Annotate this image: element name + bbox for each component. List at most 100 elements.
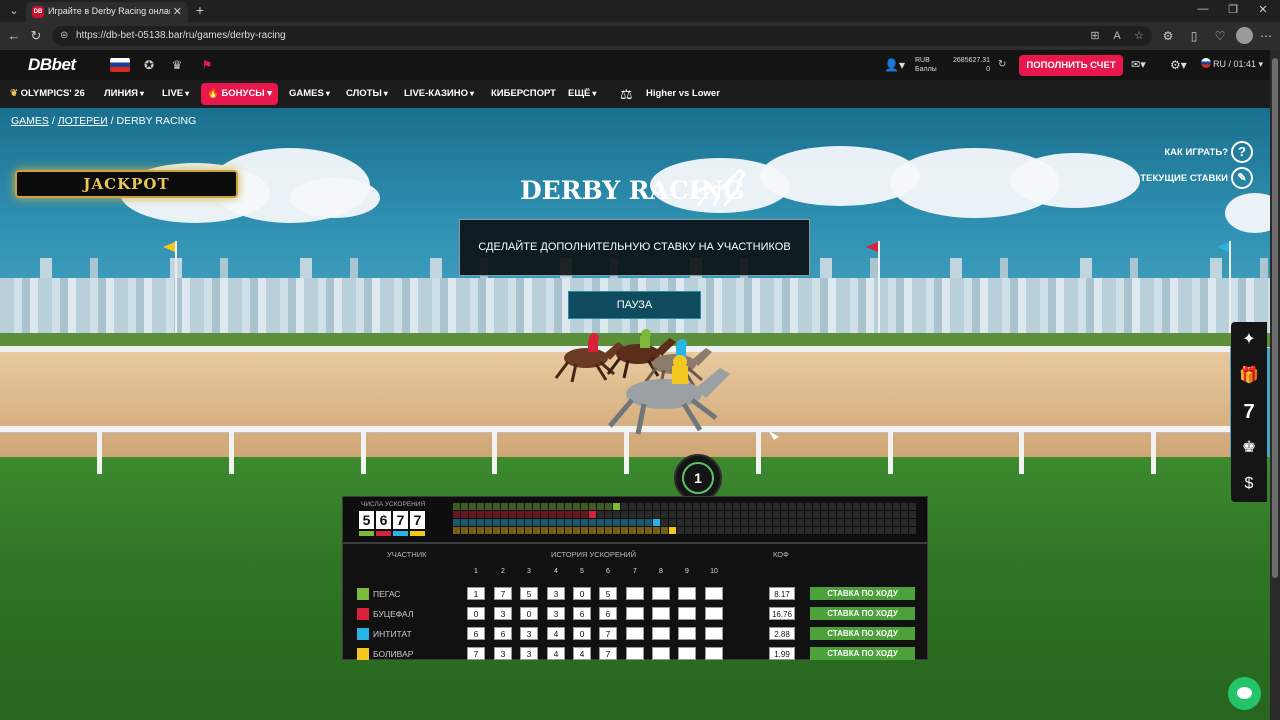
favorite-star-icon[interactable]: ☆ — [1132, 29, 1146, 43]
nav-live-casino-label: LIVE-КАЗИНО — [404, 88, 468, 99]
boost-cell — [781, 503, 788, 510]
boost-cell — [837, 503, 844, 510]
nav-more[interactable]: ЕЩЁ ▾ — [568, 88, 596, 99]
boost-cell — [765, 511, 772, 518]
boost-cell — [733, 527, 740, 534]
chat-button[interactable] — [1228, 677, 1261, 710]
scrollbar-thumb[interactable] — [1272, 58, 1278, 578]
boost-cell — [621, 503, 628, 510]
breadcrumb-games[interactable]: GAMES — [11, 115, 49, 127]
nav-higher-lower[interactable]: Higher vs Lower — [646, 88, 720, 99]
balance-labels: RUB Баллы — [915, 56, 937, 74]
history-cell — [652, 647, 670, 660]
nav-live-casino[interactable]: LIVE-КАЗИНО ▾ — [404, 88, 474, 99]
split-screen-icon[interactable]: ▯ — [1186, 28, 1202, 44]
boost-cell — [581, 527, 588, 534]
speed-digit: 7 — [393, 511, 408, 529]
boost-cell — [709, 527, 716, 534]
history-header: ИСТОРИЯ УСКОРЕНИЙ — [551, 550, 637, 559]
seven-icon[interactable]: 7 — [1231, 394, 1267, 430]
boost-cell — [901, 519, 908, 526]
refresh-balance-icon[interactable]: ↻ — [998, 59, 1006, 70]
boost-cell — [765, 527, 772, 534]
favorites-icon[interactable]: ♡ — [1212, 28, 1228, 44]
boost-cell — [453, 503, 460, 510]
maximize-icon[interactable]: ❐ — [1218, 3, 1248, 16]
bet-per-turn-button[interactable]: СТАВКА ПО ХОДУ — [810, 647, 915, 660]
rail-post — [229, 432, 234, 474]
boost-cell — [709, 511, 716, 518]
deposit-button[interactable]: ПОПОЛНИТЬ СЧЕТ — [1019, 55, 1123, 76]
boost-cell — [517, 527, 524, 534]
address-bar[interactable]: ⊜ https://db-bet-05138.bar/ru/games/derb… — [52, 26, 1152, 46]
nav-olympics[interactable]: ❦ OLYMPICS' 26 — [10, 88, 85, 99]
how-to-play-label[interactable]: КАК ИГРАТЬ? — [1164, 147, 1228, 158]
url-text: https://db-bet-05138.bar/ru/games/derby-… — [76, 30, 286, 41]
boost-cell — [821, 503, 828, 510]
boost-cell — [749, 519, 756, 526]
question-icon[interactable]: ? — [1231, 141, 1253, 163]
language-time-selector[interactable]: RU / 01:41 ▾ — [1201, 58, 1263, 70]
gift-icon[interactable]: 🎁 — [1231, 358, 1267, 394]
dollar-icon[interactable]: $ — [1231, 466, 1267, 502]
nav-bonuses[interactable]: 🔥 БОНУСЫ ▾ — [201, 83, 278, 105]
bug-icon[interactable]: ✦ — [1231, 322, 1267, 358]
boost-cell — [765, 503, 772, 510]
boost-cell — [509, 503, 516, 510]
boost-cell — [701, 503, 708, 510]
nav-slots[interactable]: СЛОТЫ ▾ — [346, 88, 388, 99]
minimize-icon[interactable]: — — [1188, 3, 1218, 15]
current-bets-label[interactable]: ТЕКУЩИЕ СТАВКИ — [1140, 173, 1228, 184]
site-info-icon[interactable]: ⊜ — [60, 30, 72, 42]
boost-cell — [453, 511, 460, 518]
profile-avatar[interactable] — [1236, 27, 1253, 44]
bet-per-turn-button[interactable]: СТАВКА ПО ХОДУ — [810, 587, 915, 600]
boost-cell — [893, 527, 900, 534]
bet-per-turn-button[interactable]: СТАВКА ПО ХОДУ — [810, 627, 915, 640]
new-tab-icon[interactable]: + — [192, 2, 208, 18]
boost-cell — [645, 503, 652, 510]
boost-cell — [877, 527, 884, 534]
install-app-icon[interactable]: ⊞ — [1088, 29, 1102, 43]
flag-pole — [1229, 241, 1231, 333]
boost-cell — [789, 527, 796, 534]
more-menu-icon[interactable]: ⋯ — [1258, 28, 1274, 44]
boost-cell — [869, 519, 876, 526]
back-icon[interactable]: ← — [6, 28, 22, 44]
boost-cell — [845, 519, 852, 526]
settings-icon[interactable]: ⚙▾ — [1170, 57, 1194, 73]
boost-cell — [797, 503, 804, 510]
nav-line[interactable]: ЛИНИЯ ▾ — [104, 88, 144, 99]
chess-king-icon[interactable]: ♚ — [1231, 430, 1267, 466]
boost-cell — [805, 511, 812, 518]
page-scrollbar[interactable] — [1270, 50, 1280, 720]
nav-games[interactable]: GAMES ▾ — [289, 88, 330, 99]
boost-cell — [821, 519, 828, 526]
participant-row: БУЦЕФАЛ 0 3 0 3 6 6 16.76 СТАВКА ПО ХОДУ — [343, 604, 929, 624]
history-cell: 7 — [494, 587, 512, 600]
browser-tab[interactable]: DB Играйте в Derby Racing онлайн ✕ — [26, 2, 188, 22]
close-window-icon[interactable]: ✕ — [1248, 3, 1278, 16]
boost-cell — [837, 527, 844, 534]
pencil-icon[interactable]: ✎ — [1231, 167, 1253, 189]
tab-list-icon[interactable]: ⌄ — [6, 3, 22, 19]
user-menu-icon[interactable]: 👤▾ — [884, 56, 910, 74]
jackpot-banner[interactable]: JACKPOT — [15, 170, 238, 198]
boost-cell — [613, 527, 620, 534]
read-aloud-icon[interactable]: A — [1110, 29, 1124, 43]
boost-cell — [541, 527, 548, 534]
bet-per-turn-button[interactable]: СТАВКА ПО ХОДУ — [810, 607, 915, 620]
reload-icon[interactable]: ↻ — [28, 28, 44, 44]
close-tab-icon[interactable]: ✕ — [173, 5, 182, 18]
boost-cell — [653, 503, 660, 510]
mail-icon[interactable]: ✉▾ — [1131, 57, 1157, 73]
site-logo[interactable]: DBbet — [28, 55, 76, 75]
nav-esports[interactable]: КИБЕРСПОРТ — [491, 88, 556, 99]
nav-live[interactable]: LIVE ▾ — [162, 88, 189, 99]
currency-label: RUB — [915, 57, 930, 64]
pause-button[interactable]: ПАУЗА — [568, 291, 701, 319]
breadcrumb-lotteries[interactable]: ЛОТЕРЕИ — [58, 115, 108, 127]
extensions-icon[interactable]: ⚙ — [1160, 28, 1176, 44]
history-cell: 0 — [520, 607, 538, 620]
boost-cell — [789, 519, 796, 526]
